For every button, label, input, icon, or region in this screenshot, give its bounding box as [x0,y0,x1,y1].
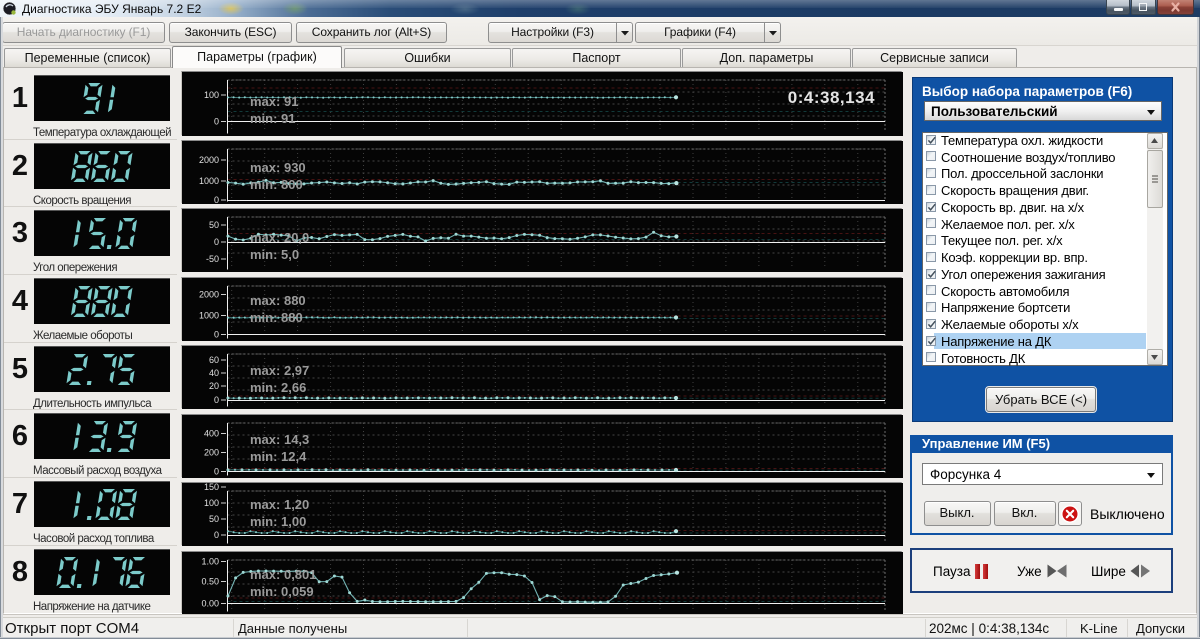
svg-text:0.50: 0.50 [201,576,219,586]
svg-text:50: 50 [209,514,219,524]
svg-text:0: 0 [214,530,219,540]
svg-text:max: 880: max: 880 [250,293,306,308]
svg-text:max: 930: max: 930 [250,160,306,175]
svg-text:min: 12,4: min: 12,4 [250,449,307,464]
svg-text:400: 400 [204,428,219,438]
svg-text:0: 0 [214,195,219,204]
svg-text:20: 20 [209,381,219,391]
svg-text:0: 0 [214,117,219,127]
svg-text:min: 0,059: min: 0,059 [250,584,314,599]
svg-text:0: 0 [214,466,219,476]
svg-text:max: 20,0: max: 20,0 [250,230,309,245]
svg-text:100: 100 [204,498,219,508]
svg-text:150: 150 [204,483,219,492]
svg-text:1000: 1000 [199,310,219,320]
svg-text:40: 40 [209,368,219,378]
svg-text:60: 60 [209,355,219,365]
svg-text:50: 50 [209,220,219,230]
svg-text:min: 880: min: 880 [250,310,303,325]
svg-text:2000: 2000 [199,155,219,165]
svg-text:max: 0,801: max: 0,801 [250,567,317,582]
svg-text:0: 0 [214,395,219,405]
svg-text:0: 0 [214,237,219,247]
svg-text:min: 2,66: min: 2,66 [250,380,306,395]
svg-text:200: 200 [204,447,219,457]
svg-text:min: 800: min: 800 [250,177,303,192]
svg-text:max: 1,20: max: 1,20 [250,497,309,512]
svg-text:max: 14,3: max: 14,3 [250,432,309,447]
svg-text:min: 91: min: 91 [250,111,296,126]
svg-text:min: 1,00: min: 1,00 [250,514,306,529]
svg-text:0.00: 0.00 [201,598,219,608]
svg-text:0: 0 [214,329,219,339]
svg-text:max: 2,97: max: 2,97 [250,363,309,378]
svg-text:1000: 1000 [199,176,219,186]
svg-text:min: 5,0: min: 5,0 [250,247,299,262]
svg-text:1.00: 1.00 [201,556,219,566]
svg-text:100: 100 [204,90,219,100]
svg-text:max: 91: max: 91 [250,94,298,109]
svg-text:-50: -50 [206,254,219,264]
svg-text:2000: 2000 [199,289,219,299]
